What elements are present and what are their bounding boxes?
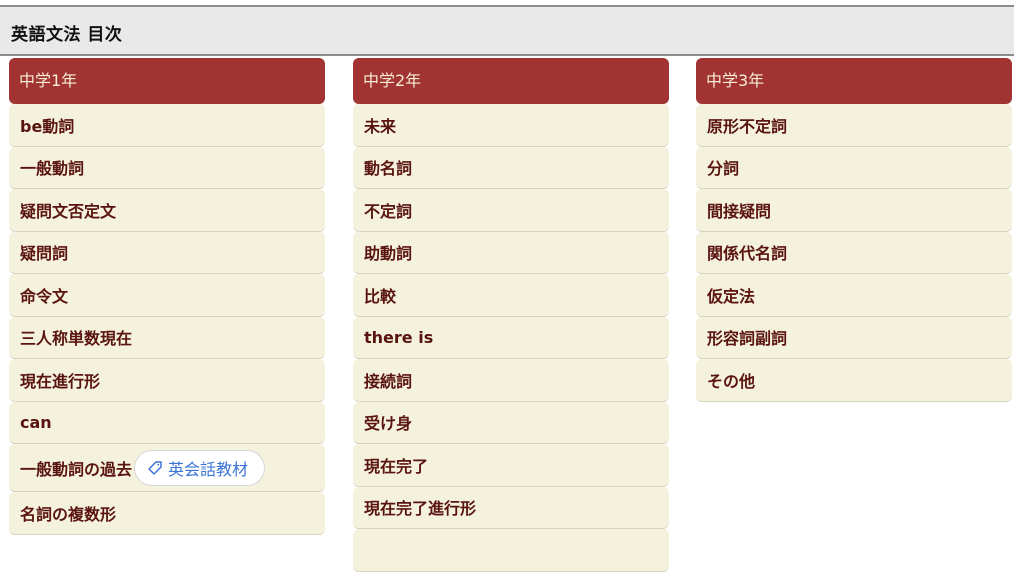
- item-label: 助動詞: [364, 244, 413, 264]
- item-label: 不定詞: [364, 201, 413, 221]
- item-label: 命令文: [20, 286, 69, 306]
- list-item[interactable]: 接続詞: [353, 359, 669, 402]
- item-label: there is: [364, 327, 434, 347]
- list-item[interactable]: 疑問詞: [9, 231, 325, 274]
- list-item[interactable]: 受け身: [353, 401, 669, 444]
- item-label: 現在完了: [364, 456, 429, 476]
- item-label: 関係代名詞: [707, 244, 788, 264]
- list-item[interactable]: 間接疑問: [696, 189, 1012, 232]
- item-label: 分詞: [707, 159, 740, 179]
- list-item[interactable]: be動詞: [9, 104, 325, 147]
- list-item[interactable]: 現在進行形: [9, 359, 325, 402]
- list-item[interactable]: 仮定法: [696, 274, 1012, 317]
- list-item[interactable]: 疑問文否定文: [9, 189, 325, 232]
- item-label: 原形不定詞: [707, 116, 788, 136]
- list-item[interactable]: can: [9, 401, 325, 444]
- item-label: 動名詞: [364, 159, 413, 179]
- item-label: 現在進行形: [20, 371, 101, 391]
- item-label: 比較: [364, 286, 397, 306]
- item-label: その他: [707, 371, 756, 391]
- column-grade-3: 中学3年 原形不定詞 分詞 間接疑問 関係代名詞 仮定法 形容詞副詞 その他: [696, 58, 1012, 402]
- item-label: 形容詞副詞: [707, 329, 788, 349]
- tag-icon: [148, 460, 162, 474]
- list-item[interactable]: there is: [353, 316, 669, 359]
- list-item[interactable]: [353, 529, 669, 572]
- column-grade-2: 中学2年 未来 動名詞 不定詞 助動詞 比較 there is 接続詞 受け身 …: [353, 58, 669, 572]
- list-item[interactable]: 現在完了進行形: [353, 486, 669, 529]
- item-label: 接続詞: [364, 371, 413, 391]
- list-item[interactable]: 動名詞: [353, 146, 669, 189]
- item-label: 疑問文否定文: [20, 201, 117, 221]
- item-label: be動詞: [20, 116, 75, 136]
- item-label: 一般動詞の過去: [20, 459, 133, 479]
- item-label: 現在完了進行形: [364, 499, 477, 519]
- list-item[interactable]: 助動詞: [353, 231, 669, 274]
- item-label: 未来: [364, 116, 397, 136]
- item-label: can: [20, 412, 52, 432]
- list-item[interactable]: 分詞: [696, 146, 1012, 189]
- list-item[interactable]: 一般動詞の過去 英会話教材: [9, 444, 325, 492]
- item-label: 受け身: [364, 414, 413, 434]
- item-label: 三人称単数現在: [20, 329, 133, 349]
- item-label: 疑問詞: [20, 244, 69, 264]
- list-item[interactable]: 未来: [353, 104, 669, 147]
- grade-header: 中学2年: [353, 58, 669, 104]
- list-item[interactable]: 命令文: [9, 274, 325, 317]
- item-label: 仮定法: [707, 286, 756, 306]
- grade-header: 中学3年: [696, 58, 1012, 104]
- item-label: 一般動詞: [20, 159, 85, 179]
- column-grade-1: 中学1年 be動詞 一般動詞 疑問文否定文 疑問詞 命令文 三人称単数現在 現在…: [9, 58, 325, 535]
- list-item[interactable]: その他: [696, 359, 1012, 402]
- list-item[interactable]: 関係代名詞: [696, 231, 1012, 274]
- list-item[interactable]: 比較: [353, 274, 669, 317]
- list-item[interactable]: 現在完了: [353, 444, 669, 487]
- page-title: 英語文法 目次: [11, 25, 123, 45]
- list-item[interactable]: 不定詞: [353, 189, 669, 232]
- title-bar: 英語文法 目次: [0, 5, 1014, 56]
- list-item[interactable]: 一般動詞: [9, 146, 325, 189]
- tag-chip-label: 英会話教材: [168, 459, 249, 479]
- list-item[interactable]: 名詞の複数形: [9, 492, 325, 535]
- grade-header: 中学1年: [9, 58, 325, 104]
- item-label: 名詞の複数形: [20, 504, 117, 524]
- list-item[interactable]: 原形不定詞: [696, 104, 1012, 147]
- tag-chip[interactable]: 英会話教材: [134, 449, 266, 486]
- list-item[interactable]: 形容詞副詞: [696, 316, 1012, 359]
- list-item[interactable]: 三人称単数現在: [9, 316, 325, 359]
- item-label: 間接疑問: [707, 201, 772, 221]
